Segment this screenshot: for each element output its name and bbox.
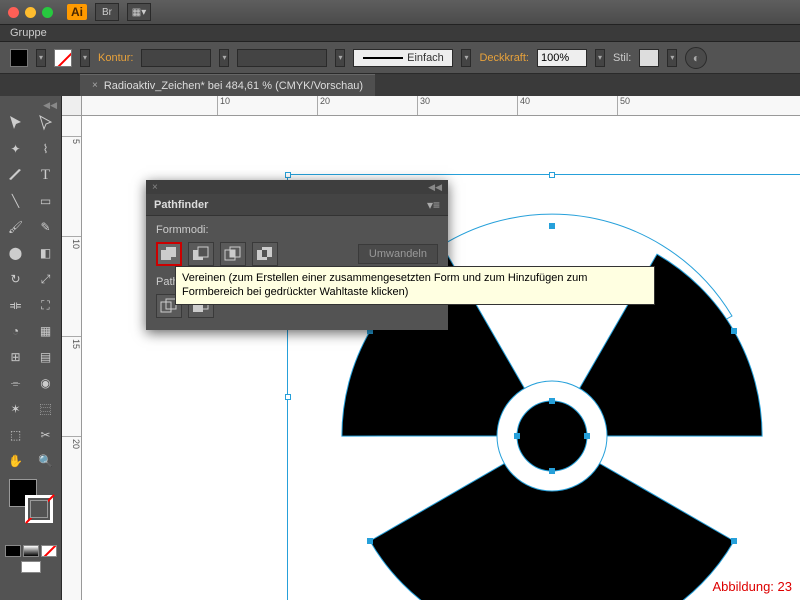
color-mode-row <box>5 545 57 557</box>
stroke-swatch[interactable] <box>54 49 72 67</box>
rotate-tool[interactable]: ↻ <box>2 267 30 291</box>
stil-label: Stil: <box>613 52 631 64</box>
color-mode-none[interactable] <box>41 545 57 557</box>
brush-dropdown[interactable]: ▾ <box>461 49 471 67</box>
gradient-tool[interactable]: ▤ <box>32 345 60 369</box>
zoom-window-icon[interactable] <box>42 7 53 18</box>
direct-selection-tool[interactable] <box>32 111 60 135</box>
eraser-tool[interactable]: ◧ <box>32 241 60 265</box>
selection-type-bar: Gruppe <box>0 24 800 42</box>
minus-front-button[interactable] <box>188 242 214 266</box>
style-dropdown[interactable]: ▾ <box>667 49 677 67</box>
perspective-tool[interactable]: ▦ <box>32 319 60 343</box>
mesh-tool[interactable]: ⊞ <box>2 345 30 369</box>
titlebar: Ai Br ▦▾ <box>0 0 800 24</box>
deckkraft-label: Deckkraft: <box>479 52 529 64</box>
ruler-horizontal[interactable]: 10 20 30 40 50 <box>82 96 800 116</box>
paintbrush-tool[interactable]: 🖌 <box>2 215 30 239</box>
bridge-button[interactable]: Br <box>95 3 119 21</box>
stroke-weight-dropdown[interactable]: ▾ <box>219 49 229 67</box>
line-tool[interactable]: ╲ <box>2 189 30 213</box>
shape-modes-row: Umwandeln <box>156 242 438 266</box>
toolbox: ◀◀ ✦ ⌇ T ╲ ▭ 🖌 ✎ ⬤ ◧ ↻ ⤢ ⟚ ⛶ ◔ ▦ ⊞ ▤ ⌯ ◉… <box>0 96 62 600</box>
fill-stroke-control[interactable] <box>9 479 53 523</box>
pathfinder-panel: × ◀◀ Pathfinder ▾≡ Formmodi: Umwandeln P… <box>146 180 448 330</box>
formmodi-label: Formmodi: <box>156 224 438 236</box>
minimize-window-icon[interactable] <box>25 7 36 18</box>
workspace: ◀◀ ✦ ⌇ T ╲ ▭ 🖌 ✎ ⬤ ◧ ↻ ⤢ ⟚ ⛶ ◔ ▦ ⊞ ▤ ⌯ ◉… <box>0 96 800 600</box>
stroke-square[interactable] <box>25 495 53 523</box>
zoom-tool[interactable]: 🔍 <box>32 449 60 473</box>
eyedropper-tool[interactable]: ⌯ <box>2 371 30 395</box>
pathfinder-tab[interactable]: Pathfinder <box>154 199 208 211</box>
stroke-dropdown[interactable]: ▾ <box>80 49 90 67</box>
unite-button[interactable] <box>156 242 182 266</box>
control-bar: ▾ ▾ Kontur: ▾ ▾ Einfach ▾ Deckkraft: ▾ S… <box>0 42 800 74</box>
tool-grid: ✦ ⌇ T ╲ ▭ 🖌 ✎ ⬤ ◧ ↻ ⤢ ⟚ ⛶ ◔ ▦ ⊞ ▤ ⌯ ◉ ✶ … <box>2 111 60 473</box>
stroke-profile-dropdown[interactable]: ▾ <box>335 49 345 67</box>
style-swatch[interactable] <box>639 49 659 67</box>
hand-tool[interactable]: ✋ <box>2 449 30 473</box>
document-title: Radioaktiv_Zeichen* bei 484,61 % (CMYK/V… <box>104 80 363 92</box>
selection-label: Gruppe <box>10 27 47 39</box>
screen-mode-row <box>21 561 41 573</box>
close-tab-icon[interactable]: × <box>92 80 98 91</box>
opacity-input[interactable] <box>537 49 587 67</box>
umwandeln-button[interactable]: Umwandeln <box>358 244 438 264</box>
screen-mode[interactable] <box>21 561 41 573</box>
document-tab-row: × Radioaktiv_Zeichen* bei 484,61 % (CMYK… <box>0 74 800 96</box>
close-window-icon[interactable] <box>8 7 19 18</box>
tooltip: Vereinen (zum Erstellen einer zusammenge… <box>175 266 655 305</box>
brush-field[interactable]: Einfach <box>353 49 453 67</box>
panel-close-icon[interactable]: × <box>152 182 158 193</box>
figure-caption: Abbildung: 23 <box>712 579 792 594</box>
pen-tool[interactable] <box>2 163 30 187</box>
opacity-dropdown[interactable]: ▾ <box>595 49 605 67</box>
blob-brush-tool[interactable]: ⬤ <box>2 241 30 265</box>
artboard-tool[interactable]: ⬚ <box>2 423 30 447</box>
pencil-tool[interactable]: ✎ <box>32 215 60 239</box>
toolbox-collapse[interactable]: ◀◀ <box>43 100 61 111</box>
tooltip-text: Vereinen (zum Erstellen einer zusammenge… <box>182 272 587 298</box>
fill-dropdown[interactable]: ▾ <box>36 49 46 67</box>
panel-tab-row: Pathfinder ▾≡ <box>146 194 448 216</box>
exclude-button[interactable] <box>252 242 278 266</box>
kontur-label: Kontur: <box>98 52 133 64</box>
slice-tool[interactable]: ✂ <box>32 423 60 447</box>
arrange-button[interactable]: ▦▾ <box>127 3 151 21</box>
panel-collapse-icon[interactable]: ◀◀ <box>428 182 442 193</box>
selection-tool[interactable] <box>2 111 30 135</box>
color-mode-solid[interactable] <box>5 545 21 557</box>
free-transform-tool[interactable]: ⛶ <box>32 293 60 317</box>
document-tab[interactable]: × Radioaktiv_Zeichen* bei 484,61 % (CMYK… <box>80 74 375 96</box>
window-controls <box>8 7 53 18</box>
rectangle-tool[interactable]: ▭ <box>32 189 60 213</box>
width-tool[interactable]: ⟚ <box>2 293 30 317</box>
magic-wand-tool[interactable]: ✦ <box>2 137 30 161</box>
fill-swatch[interactable] <box>10 49 28 67</box>
canvas-area: 10 20 30 40 50 5 10 15 20 <box>62 96 800 600</box>
panel-menu-icon[interactable]: ▾≡ <box>427 198 440 212</box>
type-tool[interactable]: T <box>32 163 60 187</box>
blend-tool[interactable]: ◉ <box>32 371 60 395</box>
graph-tool[interactable]: ⿳ <box>32 397 60 421</box>
scale-tool[interactable]: ⤢ <box>32 267 60 291</box>
intersect-button[interactable] <box>220 242 246 266</box>
shape-builder-tool[interactable]: ◔ <box>2 319 30 343</box>
ruler-origin[interactable] <box>62 96 82 116</box>
symbol-sprayer-tool[interactable]: ✶ <box>2 397 30 421</box>
stroke-profile-field[interactable] <box>237 49 327 67</box>
ruler-vertical[interactable]: 5 10 15 20 <box>62 116 82 600</box>
lasso-tool[interactable]: ⌇ <box>32 137 60 161</box>
color-mode-gradient[interactable] <box>23 545 39 557</box>
app-badge: Ai <box>67 4 87 20</box>
recolor-button[interactable]: ◐ <box>685 47 707 69</box>
stroke-weight-field[interactable] <box>141 49 211 67</box>
panel-header-strip[interactable]: × ◀◀ <box>146 180 448 194</box>
